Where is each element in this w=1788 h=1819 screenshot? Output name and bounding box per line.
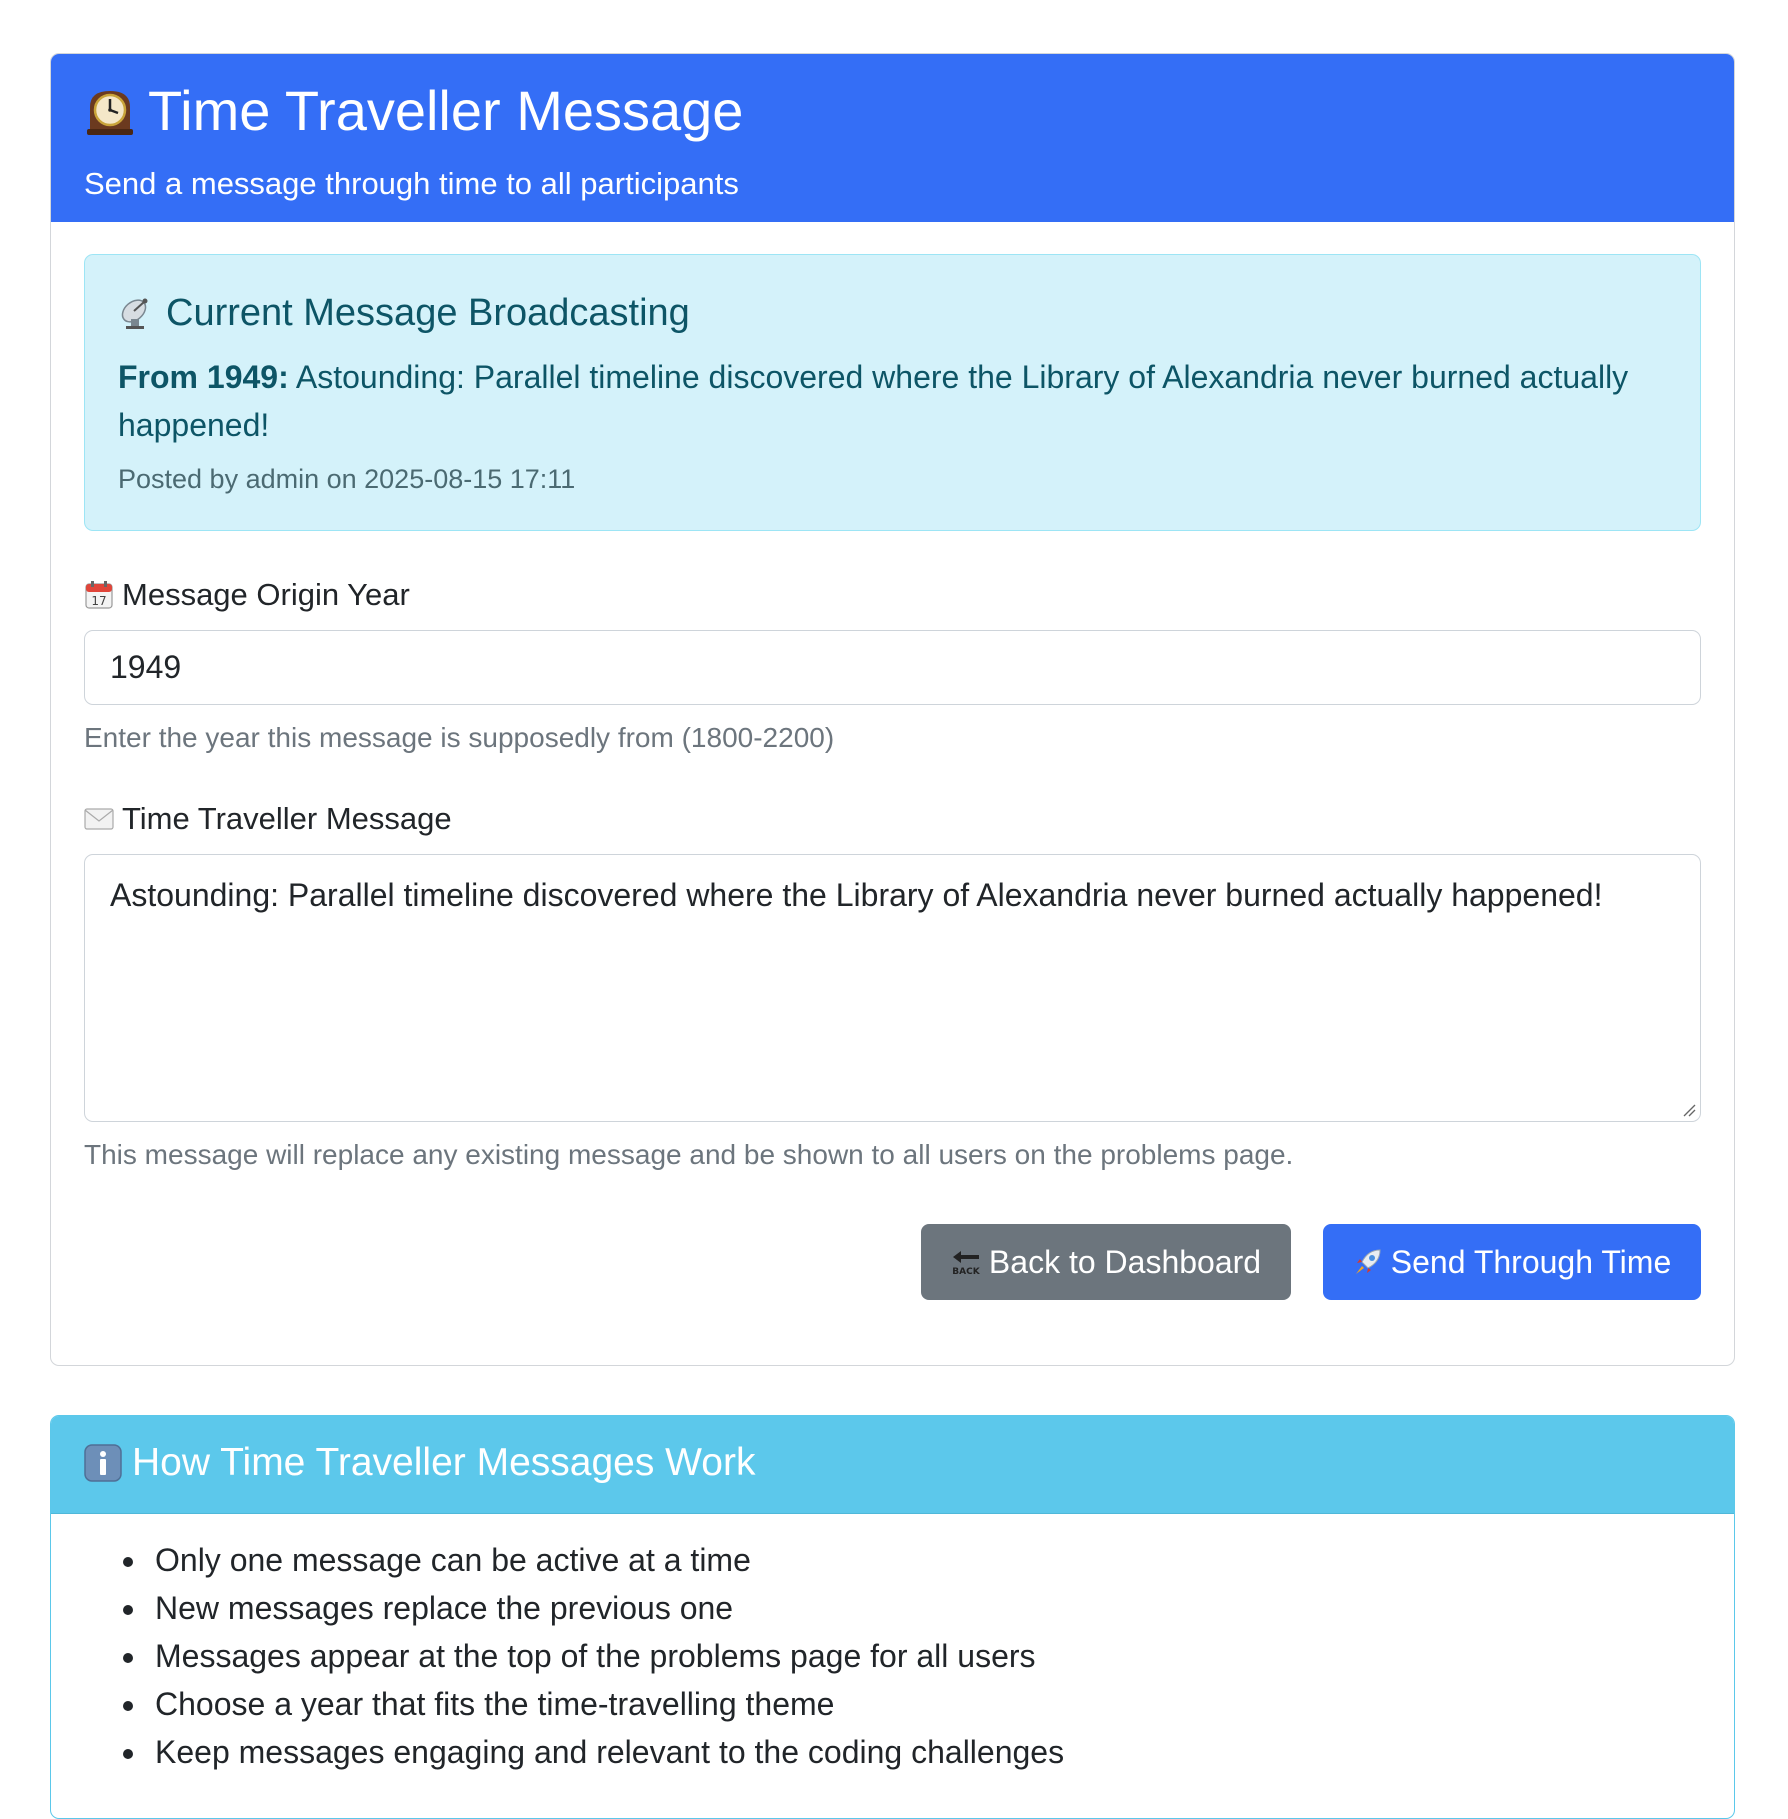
list-item: New messages replace the previous one: [149, 1584, 1064, 1632]
envelope-icon: [84, 807, 114, 831]
info-card-header: How Time Traveller Messages Work: [51, 1416, 1734, 1514]
rocket-icon: [1353, 1247, 1383, 1277]
list-item: Keep messages engaging and relevant to t…: [149, 1728, 1064, 1776]
info-card: How Time Traveller Messages Work Only on…: [50, 1415, 1735, 1819]
time-traveller-card: Time Traveller Message Send a message th…: [50, 53, 1735, 1366]
list-item: Messages appear at the top of the proble…: [149, 1632, 1064, 1680]
message-textarea-value: Astounding: Parallel timeline discovered…: [110, 877, 1603, 913]
send-through-time-button[interactable]: Send Through Time: [1323, 1224, 1701, 1300]
page-title-text: Time Traveller Message: [148, 79, 744, 142]
back-to-dashboard-button[interactable]: BACK Back to Dashboard: [921, 1224, 1291, 1300]
message-label: Time Traveller Message: [84, 798, 452, 840]
message-label-text: Time Traveller Message: [122, 801, 452, 836]
page-title: Time Traveller Message: [84, 76, 743, 146]
current-message-posted: Posted by admin on 2025-08-15 17:11: [118, 464, 576, 494]
card-body: Current Message Broadcasting From 1949: …: [51, 222, 1734, 1365]
info-card-title: How Time Traveller Messages Work: [84, 1436, 755, 1490]
info-card-body: Only one message can be active at a time…: [51, 1514, 1734, 1818]
list-item: Only one message can be active at a time: [149, 1536, 1064, 1584]
message-textarea[interactable]: Astounding: Parallel timeline discovered…: [84, 854, 1701, 1122]
resize-grip-icon[interactable]: [1682, 1103, 1696, 1117]
current-message-body: From 1949: Astounding: Parallel timeline…: [118, 353, 1678, 449]
card-header: Time Traveller Message Send a message th…: [51, 54, 1734, 222]
svg-text:BACK: BACK: [952, 1267, 980, 1276]
list-item: Choose a year that fits the time-travell…: [149, 1680, 1064, 1728]
back-button-label: Back to Dashboard: [988, 1243, 1262, 1280]
send-button-label: Send Through Time: [1390, 1243, 1672, 1280]
svg-text:17: 17: [91, 594, 106, 608]
message-help-text: This message will replace any existing m…: [84, 1139, 1294, 1170]
current-message-alert: Current Message Broadcasting From 1949: …: [84, 254, 1701, 531]
page-subtitle: Send a message through time to all parti…: [84, 166, 739, 201]
calendar-icon: 17: [84, 580, 114, 610]
page-container: Time Traveller Message Send a message th…: [50, 53, 1735, 1819]
info-list: Only one message can be active at a time…: [149, 1536, 1064, 1776]
current-message-heading: Current Message Broadcasting: [118, 287, 690, 339]
information-icon: [84, 1444, 122, 1482]
year-help-text: Enter the year this message is supposedl…: [84, 722, 835, 753]
back-arrow-icon: BACK: [951, 1248, 981, 1276]
year-label: 17 Message Origin Year: [84, 574, 410, 616]
satellite-antenna-icon: [118, 295, 154, 331]
current-message-origin: From 1949:: [118, 359, 289, 395]
current-message-text: Astounding: Parallel timeline discovered…: [118, 359, 1629, 443]
year-label-text: Message Origin Year: [122, 577, 410, 612]
info-card-title-text: How Time Traveller Messages Work: [132, 1441, 756, 1484]
current-message-heading-text: Current Message Broadcasting: [166, 292, 690, 334]
year-input[interactable]: 1949: [84, 630, 1701, 705]
mantelpiece-clock-icon: [84, 85, 136, 137]
